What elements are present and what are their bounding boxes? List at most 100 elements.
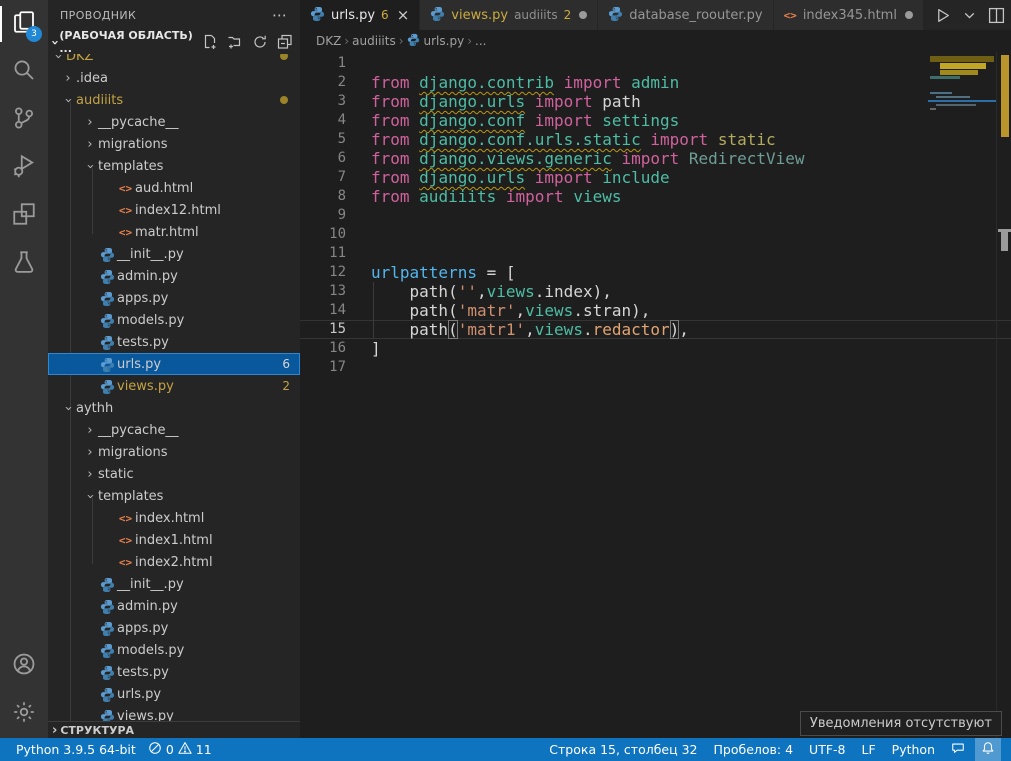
tree-item-index12-html[interactable]: <>index12.html <box>48 199 300 221</box>
activity-item-search[interactable] <box>0 48 48 96</box>
tree-item--init-py[interactable]: __init__.py <box>48 573 300 595</box>
code-line-9[interactable]: 9 <box>300 206 1011 225</box>
line-number[interactable]: 11 <box>300 244 346 263</box>
tree-item-aud-html[interactable]: <>aud.html <box>48 177 300 199</box>
line-number[interactable]: 3 <box>300 92 346 111</box>
line-number[interactable]: 12 <box>300 263 346 282</box>
run-button[interactable] <box>934 7 951 24</box>
activity-item-account[interactable] <box>0 642 48 690</box>
new-folder-icon[interactable] <box>227 34 244 51</box>
close-icon[interactable]: × <box>397 6 410 24</box>
code-line-6[interactable]: 6from django.views.generic import Redire… <box>300 149 1011 168</box>
code-line-8[interactable]: 8from audiiits import views <box>300 187 1011 206</box>
cursor-position[interactable]: Строка 15, столбец 32 <box>543 738 703 761</box>
line-number[interactable]: 1 <box>300 54 346 73</box>
line-number[interactable]: 8 <box>300 187 346 206</box>
python-interpreter[interactable]: Python 3.9.5 64-bit <box>10 738 142 761</box>
overview-ruler[interactable] <box>996 52 1011 738</box>
breadcrumb-item[interactable]: urls.py <box>407 33 465 49</box>
activity-item-run-debug[interactable] <box>0 144 48 192</box>
line-number[interactable]: 5 <box>300 130 346 149</box>
activity-item-extensions[interactable] <box>0 192 48 240</box>
notifications-bell-icon[interactable] <box>975 738 1001 761</box>
code-line-4[interactable]: 4from django.conf import settings <box>300 111 1011 130</box>
line-number[interactable]: 7 <box>300 168 346 187</box>
minimap[interactable] <box>928 52 996 738</box>
line-number[interactable]: 14 <box>300 301 346 320</box>
code-area[interactable]: 12from django.contrib import admin3from … <box>300 52 1011 738</box>
tab-views-py[interactable]: views.pyaudiiits2 <box>420 0 598 30</box>
tree-item-migrations[interactable]: ›migrations <box>48 133 300 155</box>
tree-item--init-py[interactable]: __init__.py <box>48 243 300 265</box>
sidebar-more-actions-icon[interactable]: ⋯ <box>272 6 288 24</box>
code-line-5[interactable]: 5from django.conf.urls.static import sta… <box>300 130 1011 149</box>
line-number[interactable]: 17 <box>300 358 346 377</box>
tree-item-tests-py[interactable]: tests.py <box>48 331 300 353</box>
workspace-section-header[interactable]: › (РАБОЧАЯ ОБЛАСТЬ) ... <box>48 30 300 54</box>
activity-item-settings[interactable] <box>0 690 48 738</box>
tree-item-urls-py[interactable]: urls.py <box>48 683 300 705</box>
tree-item-urls-py[interactable]: urls.py6 <box>48 353 300 375</box>
encoding-setting[interactable]: UTF-8 <box>803 738 851 761</box>
code-line-3[interactable]: 3from django.urls import path <box>300 92 1011 111</box>
code-line-11[interactable]: 11 <box>300 244 1011 263</box>
breadcrumb-item[interactable]: audiiits <box>352 34 396 48</box>
tree-item--idea[interactable]: ›.idea <box>48 67 300 89</box>
line-number[interactable]: 15 <box>300 320 346 339</box>
tab-index345-html[interactable]: <>index345.html <box>774 0 924 30</box>
tree-item-admin-py[interactable]: admin.py <box>48 265 300 287</box>
tree-item-apps-py[interactable]: apps.py <box>48 617 300 639</box>
indentation-setting[interactable]: Пробелов: 4 <box>708 738 800 761</box>
language-mode[interactable]: Python <box>886 738 941 761</box>
tree-item-tests-py[interactable]: tests.py <box>48 661 300 683</box>
tree-item-views-py[interactable]: views.py2 <box>48 375 300 397</box>
line-number[interactable]: 2 <box>300 73 346 92</box>
activity-item-source-control[interactable] <box>0 96 48 144</box>
code-line-2[interactable]: 2from django.contrib import admin <box>300 73 1011 92</box>
new-file-icon[interactable] <box>202 34 219 51</box>
code-line-17[interactable]: 17 <box>300 358 1011 377</box>
activity-item-testing[interactable] <box>0 240 48 288</box>
tree-item-index1-html[interactable]: <>index1.html <box>48 529 300 551</box>
tree-item-index-html[interactable]: <>index.html <box>48 507 300 529</box>
tree-item-migrations[interactable]: ›migrations <box>48 441 300 463</box>
code-line-14[interactable]: 14 path('matr',views.stran), <box>300 301 1011 320</box>
tree-item-audiiits[interactable]: ›audiiits <box>48 89 300 111</box>
code-line-12[interactable]: 12urlpatterns = [ <box>300 263 1011 282</box>
tree-item-static[interactable]: ›static <box>48 463 300 485</box>
tree-item-matr-html[interactable]: <>matr.html <box>48 221 300 243</box>
breadcrumb-item[interactable]: ... <box>475 34 486 48</box>
tree-item--pycache-[interactable]: ›__pycache__ <box>48 111 300 133</box>
run-dropdown[interactable] <box>961 7 978 24</box>
tree-item-dkz[interactable]: ›DKZ <box>48 54 300 67</box>
tree-item-aythh[interactable]: ›aythh <box>48 397 300 419</box>
line-number[interactable]: 6 <box>300 149 346 168</box>
tree-item-models-py[interactable]: models.py <box>48 309 300 331</box>
split-editor-button[interactable] <box>988 7 1005 24</box>
refresh-icon[interactable] <box>252 34 269 51</box>
line-number[interactable]: 9 <box>300 206 346 225</box>
tree-item--pycache-[interactable]: ›__pycache__ <box>48 419 300 441</box>
activity-item-explorer[interactable]: 3 <box>0 0 48 48</box>
collapse-all-icon[interactable] <box>277 34 294 51</box>
code-line-15[interactable]: 15 path('matr1',views.redactor), <box>300 320 1011 339</box>
breadcrumb-item[interactable]: DKZ <box>316 34 341 48</box>
tab-urls-py[interactable]: urls.py6× <box>300 0 420 30</box>
tree-item-templates[interactable]: ›templates <box>48 485 300 507</box>
feedback-icon[interactable] <box>945 738 971 761</box>
code-line-16[interactable]: 16] <box>300 339 1011 358</box>
tree-item-admin-py[interactable]: admin.py <box>48 595 300 617</box>
tree-item-index2-html[interactable]: <>index2.html <box>48 551 300 573</box>
tree-item-apps-py[interactable]: apps.py <box>48 287 300 309</box>
code-line-13[interactable]: 13 path('',views.index), <box>300 282 1011 301</box>
outline-section-header[interactable]: › СТРУКТУРА <box>48 721 300 738</box>
tree-item-models-py[interactable]: models.py <box>48 639 300 661</box>
line-number[interactable]: 4 <box>300 111 346 130</box>
line-number[interactable]: 13 <box>300 282 346 301</box>
tree-item-templates[interactable]: ›templates <box>48 155 300 177</box>
code-line-1[interactable]: 1 <box>300 54 1011 73</box>
eol-setting[interactable]: LF <box>856 738 882 761</box>
tab-database-roouter-py[interactable]: database_roouter.py <box>598 0 773 30</box>
problems-indicator[interactable]: 011 <box>142 738 218 761</box>
code-line-7[interactable]: 7from django.urls import include <box>300 168 1011 187</box>
